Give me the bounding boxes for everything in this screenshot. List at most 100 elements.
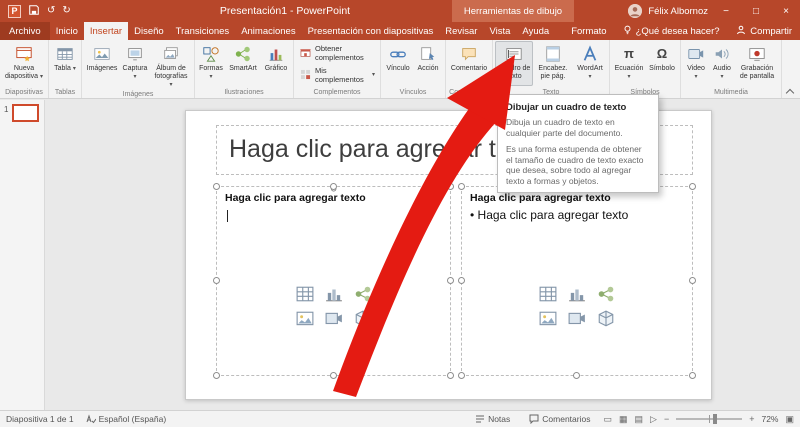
get-add-ins-button[interactable]: Obtener complementos [296,43,378,63]
resize-handle[interactable] [329,372,337,379]
screenshot-button[interactable]: Captura ▾ [120,41,150,90]
maximize-button[interactable]: □ [744,0,768,22]
close-button[interactable]: × [774,0,798,22]
content-placeholder-right[interactable]: Haga clic para agregar texto • Haga clic… [458,183,696,379]
resize-handle[interactable] [213,183,220,190]
tab-presentacion[interactable]: Presentación con diapositivas [302,22,440,40]
bullet-icon: • [470,208,475,222]
zoom-slider-thumb[interactable] [712,414,717,424]
tab-ayuda[interactable]: Ayuda [516,22,555,40]
screen-recording-button[interactable]: Grabación de pantalla [735,41,779,86]
slideshow-view-icon[interactable]: ▷ [650,414,657,424]
tab-formato[interactable]: Formato [565,22,612,40]
redo-icon[interactable]: ↻ [62,6,70,16]
content-placeholder-left[interactable]: ↻ Haga clic para agregar texto [213,183,454,379]
resize-handle[interactable] [458,277,465,284]
save-icon[interactable] [28,4,40,19]
resize-handle[interactable] [458,183,465,190]
resize-handle[interactable] [447,183,454,190]
comment-icon [459,44,479,64]
zoom-level[interactable]: 72% [761,414,778,424]
button-label: Imágenes [86,65,118,72]
fit-slide-icon[interactable]: ▣ [785,414,794,424]
zoom-in-icon[interactable]: + [749,414,754,424]
resize-handle[interactable] [689,183,696,190]
tab-insertar[interactable]: Insertar [83,22,129,40]
resize-handle[interactable] [573,372,580,379]
comments-button[interactable]: Comentarios [523,414,596,424]
video-button[interactable]: Video ▾ [683,41,709,86]
resize-handle[interactable] [213,277,220,284]
reading-view-icon[interactable]: ▤ [635,414,644,424]
tab-animaciones[interactable]: Animaciones [235,22,301,40]
insert-picture-icon[interactable] [296,310,314,328]
ribbon-group-vinculos: Vínculo Acción Vínculos [381,40,446,98]
button-label: Encabez. pie pág. [538,65,568,80]
slide-sorter-view-icon[interactable]: ▦ [619,414,628,424]
user-name[interactable]: Félix Albornoz [648,6,708,17]
button-label: SmartArt [229,65,257,72]
audio-button[interactable]: Audio ▾ [709,41,735,86]
smartart-button[interactable]: SmartArt [225,41,261,86]
notes-button[interactable]: Notas [469,414,516,424]
resize-handle[interactable] [447,372,454,379]
insert-video-icon[interactable] [325,310,343,328]
zoom-out-icon[interactable]: − [664,414,669,424]
dropdown-caret-icon: ▾ [209,74,213,80]
pictures-button[interactable]: Imágenes [84,41,120,90]
table-button[interactable]: Tabla ▾ [51,41,79,86]
minimize-button[interactable]: − [714,0,738,22]
insert-picture-icon[interactable] [539,310,557,328]
insert-3d-model-icon[interactable] [597,310,615,328]
undo-icon[interactable]: ↺ [47,6,55,16]
new-slide-button[interactable]: Nueva diapositiva ▾ [2,41,46,86]
share-button[interactable]: Compartir [728,22,800,40]
audio-icon [712,44,732,64]
notes-icon [475,414,485,424]
tab-archivo[interactable]: Archivo [0,22,50,40]
photo-album-button[interactable]: Álbum de fotografías ▾ [150,41,192,90]
shapes-button[interactable]: Formas ▾ [197,41,225,86]
insert-smartart-icon[interactable] [354,285,372,303]
insert-3d-model-icon[interactable] [354,310,372,328]
resize-handle[interactable] [689,277,696,284]
omega-icon: Ω [656,46,668,61]
resize-handle[interactable] [213,372,220,379]
tab-diseno[interactable]: Diseño [128,22,170,40]
slide-thumbnail[interactable] [12,104,39,122]
insert-smartart-icon[interactable] [597,285,615,303]
user-avatar[interactable] [628,4,643,18]
ribbon-group-simbolos: π Ecuación ▾ Ω Símbolo Símbolos [610,40,681,98]
language-indicator[interactable]: Español (España) [80,414,173,424]
insert-table-icon[interactable] [296,285,314,303]
resize-handle[interactable] [447,277,454,284]
comment-button[interactable]: Comentario [448,41,490,86]
tell-me-search[interactable]: ¿Qué desea hacer? [623,22,720,40]
group-label-complementos: Complementos [313,88,361,96]
resize-handle[interactable] [689,372,696,379]
normal-view-icon[interactable]: ▭ [603,414,612,424]
tab-vista[interactable]: Vista [483,22,516,40]
wordart-button[interactable]: WordArt ▾ [573,41,607,86]
group-label-diapositivas: Diapositivas [5,88,43,96]
button-label: Ecuación [614,65,644,72]
link-button[interactable]: Vínculo [383,41,413,86]
action-button[interactable]: Acción [413,41,443,86]
header-footer-button[interactable]: Encabez. pie pág. [533,41,573,86]
zoom-slider[interactable] [676,414,743,424]
collapse-ribbon-icon[interactable] [785,87,795,98]
insert-table-icon[interactable] [539,285,557,303]
insert-chart-icon[interactable] [568,285,586,303]
tab-inicio[interactable]: Inicio [50,22,84,40]
resize-handle[interactable] [458,372,465,379]
insert-chart-icon[interactable] [325,285,343,303]
my-add-ins-button[interactable]: Mis complementos ▾ [296,65,378,85]
tab-revisar[interactable]: Revisar [439,22,483,40]
tab-transiciones[interactable]: Transiciones [170,22,236,40]
resize-handle[interactable] [329,183,337,190]
insert-video-icon[interactable] [568,310,586,328]
text-box-button[interactable]: Cuadro de texto [495,41,533,86]
equation-button[interactable]: π Ecuación ▾ [612,41,646,86]
symbol-button[interactable]: Ω Símbolo [646,41,678,86]
chart-button[interactable]: Gráfico [261,41,291,86]
